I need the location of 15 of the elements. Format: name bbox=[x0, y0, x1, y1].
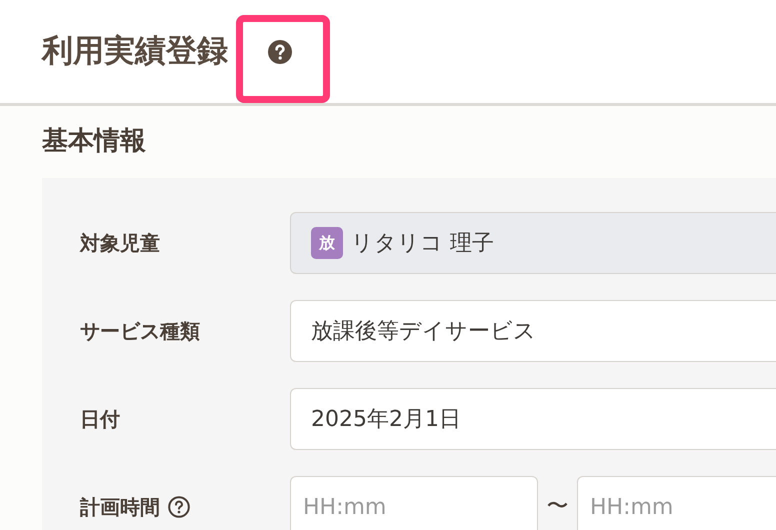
help-icon[interactable] bbox=[268, 40, 292, 64]
child-name: リタリコ 理子 bbox=[351, 230, 494, 258]
field-label: 対象児童 bbox=[80, 230, 160, 257]
field-label: サービス種類 bbox=[80, 318, 200, 345]
time-field[interactable]: HH:mm bbox=[577, 476, 776, 530]
help-icon[interactable] bbox=[168, 496, 190, 518]
range-separator: 〜 bbox=[546, 494, 570, 520]
field-label: 日付 bbox=[80, 406, 120, 433]
time-field[interactable]: HH:mm bbox=[290, 476, 538, 530]
input-field[interactable]: 放課後等デイサービス bbox=[290, 300, 776, 362]
page-title: 利用実績登録 bbox=[42, 32, 228, 72]
service-badge: 放 bbox=[311, 227, 343, 259]
input-field[interactable]: 2025年2月1日 bbox=[290, 388, 776, 450]
field-label: 計画時間 bbox=[80, 494, 160, 521]
section-title: 基本情報 bbox=[42, 125, 147, 158]
